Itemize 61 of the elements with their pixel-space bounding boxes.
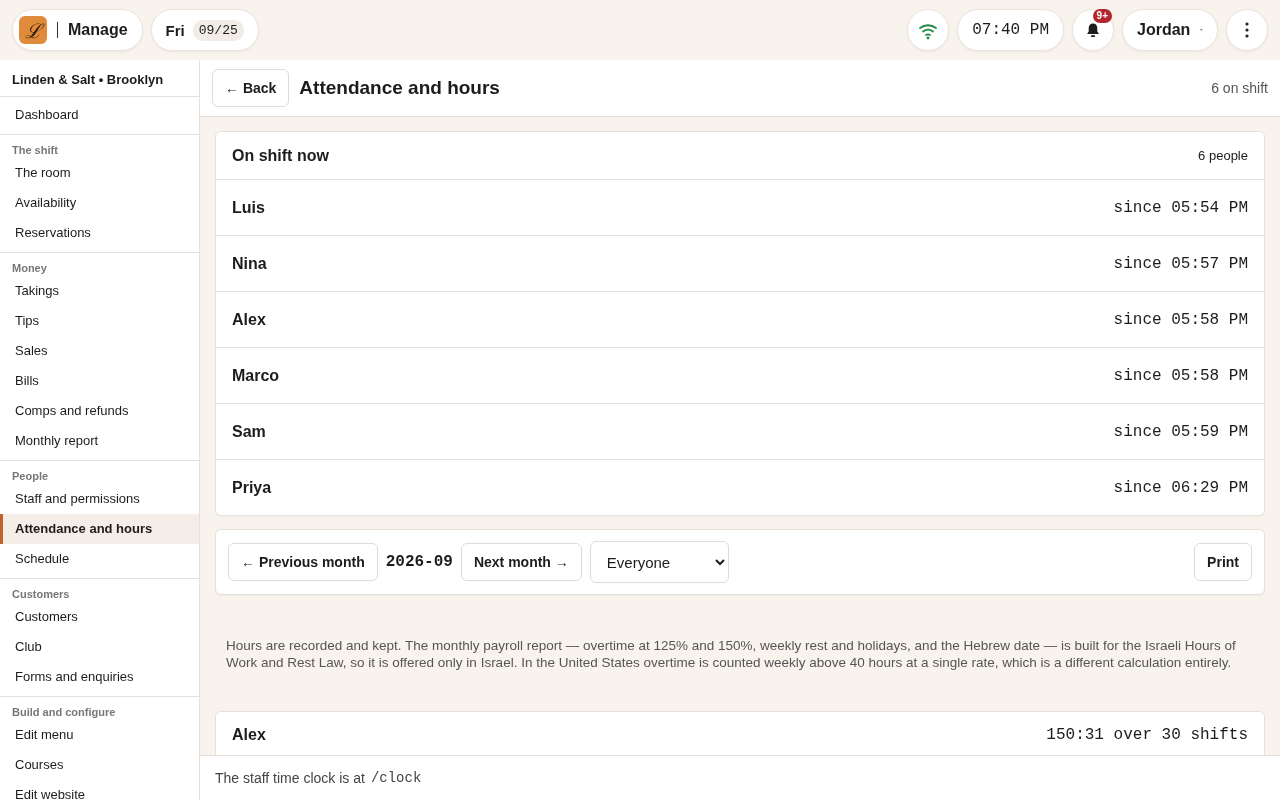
since-time: since 05:57 PM <box>1113 254 1248 273</box>
day-label: Fri <box>165 21 185 39</box>
since-time: since 05:59 PM <box>1113 422 1248 441</box>
page-title: Attendance and hours <box>299 77 501 99</box>
sidebar-item[interactable]: Reservations <box>0 218 199 248</box>
sidebar-item[interactable]: Dashboard <box>0 100 199 130</box>
clock-path: /clock <box>370 770 422 786</box>
logo-icon: ℒ <box>19 16 47 44</box>
user-menu-button[interactable]: Jordan <box>1122 9 1218 51</box>
section-heading: People <box>11 469 50 484</box>
section-heading: Build and configure <box>11 705 117 720</box>
people-count: 6 people <box>1198 148 1248 163</box>
month-label: 2026-09 <box>385 553 453 571</box>
brand-label: Manage <box>68 21 128 39</box>
venue-name: Linden & Salt • Brooklyn <box>0 60 199 97</box>
sidebar-item[interactable]: Sales <box>0 336 199 366</box>
since-time: since 05:58 PM <box>1113 366 1248 385</box>
date-chip: 09/25 <box>192 19 244 41</box>
hours-total: 150:31 over 30 shifts <box>1046 726 1248 744</box>
sidebar-item[interactable]: Courses <box>0 750 199 780</box>
sidebar-item[interactable]: Attendance and hours <box>0 514 199 544</box>
staff-name: Luis <box>232 198 265 217</box>
section-heading: The shift <box>11 143 59 158</box>
clock-display: 07:40 PM <box>957 9 1064 51</box>
brand-button[interactable]: ℒ Manage <box>12 9 143 51</box>
print-button[interactable]: Print <box>1194 543 1252 581</box>
info-note: Hours are recorded and kept. The monthly payroll report — overtime at 125% and 150%, weekly rest and holidays, and the Hebrew date — is built for the Israeli Hours of Work and Rest Law, so it is offered only in Israel. In the United States overtime is counted weekly above 40 hours at a single rate, which is a different calculation entirely. <box>226 637 1237 671</box>
sidebar-item[interactable]: Edit menu <box>0 720 199 750</box>
since-time: since 06:29 PM <box>1113 478 1248 497</box>
section-heading: Customers <box>11 587 71 602</box>
sidebar-item[interactable]: Takings <box>0 276 199 306</box>
staff-name: Alex <box>232 310 266 329</box>
notification-badge: 9+ <box>1092 9 1112 23</box>
since-time: since 05:58 PM <box>1113 310 1248 329</box>
sidebar-item[interactable]: Schedule <box>0 544 199 574</box>
back-button[interactable]: ← Back <box>212 69 290 107</box>
staff-name: Nina <box>232 254 267 273</box>
sidebar-item[interactable]: Customers <box>0 602 199 632</box>
staff-name: Sam <box>232 422 266 441</box>
sidebar-item[interactable]: Tips <box>0 306 199 336</box>
sidebar-item[interactable]: Comps and refunds <box>0 396 199 426</box>
sidebar-item[interactable]: Club <box>0 632 199 662</box>
staff-filter-select[interactable]: Everyone <box>589 541 729 583</box>
footer-text: The staff time clock is at <box>215 770 365 786</box>
staff-name: Marco <box>232 366 280 385</box>
staff-name: Priya <box>232 478 272 497</box>
sidebar-item[interactable]: Edit website <box>0 780 199 800</box>
next-month-button[interactable]: Next month → <box>460 543 582 581</box>
sidebar-item[interactable]: The room <box>0 158 199 188</box>
shift-summary: 6 on shift <box>1211 80 1268 96</box>
notifications-button[interactable]: 9+ <box>1072 9 1114 51</box>
sidebar-item[interactable]: Staff and permissions <box>0 484 199 514</box>
previous-month-button[interactable]: ← Previous month <box>228 543 378 581</box>
section-heading: Money <box>11 261 48 276</box>
staff-name: Alex <box>232 726 266 744</box>
card-title: On shift now <box>232 146 329 165</box>
sidebar-item[interactable]: Forms and enquiries <box>0 662 199 692</box>
sidebar-item[interactable]: Availability <box>0 188 199 218</box>
since-time: since 05:54 PM <box>1113 198 1248 217</box>
sidebar-item[interactable]: Monthly report <box>0 426 199 456</box>
sidebar-item[interactable]: Bills <box>0 366 199 396</box>
